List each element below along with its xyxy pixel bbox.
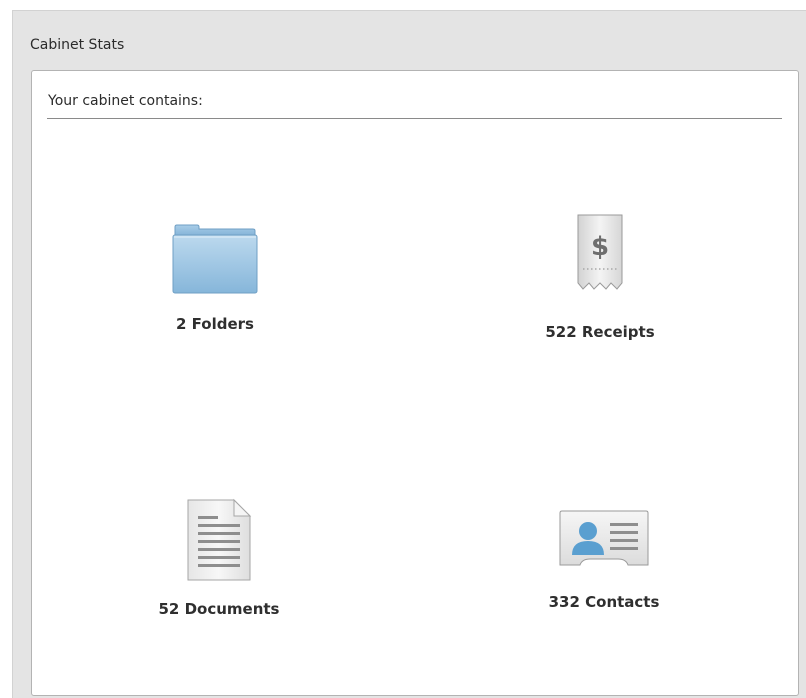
receipts-count-label: 522 Receipts bbox=[545, 323, 655, 341]
stat-receipts[interactable]: $ 522 Receipts bbox=[500, 213, 700, 341]
heading-divider bbox=[47, 118, 782, 119]
folder-icon bbox=[172, 224, 258, 294]
stat-documents[interactable]: 52 Documents bbox=[119, 498, 319, 618]
document-icon bbox=[187, 498, 252, 581]
receipt-icon: $ bbox=[577, 214, 623, 290]
documents-count-label: 52 Documents bbox=[158, 600, 280, 618]
cabinet-stats-panel: Cabinet Stats Your cabinet contains: 2 F… bbox=[12, 10, 806, 698]
contacts-count-label: 332 Contacts bbox=[548, 593, 660, 611]
panel-title: Cabinet Stats bbox=[30, 37, 125, 53]
cabinet-contents-box: Your cabinet contains: 2 Folders $ 522 R… bbox=[31, 70, 799, 696]
stat-folders[interactable]: 2 Folders bbox=[115, 219, 315, 333]
stat-contacts[interactable]: 332 Contacts bbox=[504, 507, 704, 611]
cabinet-contents-heading: Your cabinet contains: bbox=[48, 93, 203, 109]
folders-count-label: 2 Folders bbox=[176, 315, 254, 333]
svg-text:$: $ bbox=[591, 232, 609, 262]
contact-card-icon bbox=[559, 510, 649, 566]
